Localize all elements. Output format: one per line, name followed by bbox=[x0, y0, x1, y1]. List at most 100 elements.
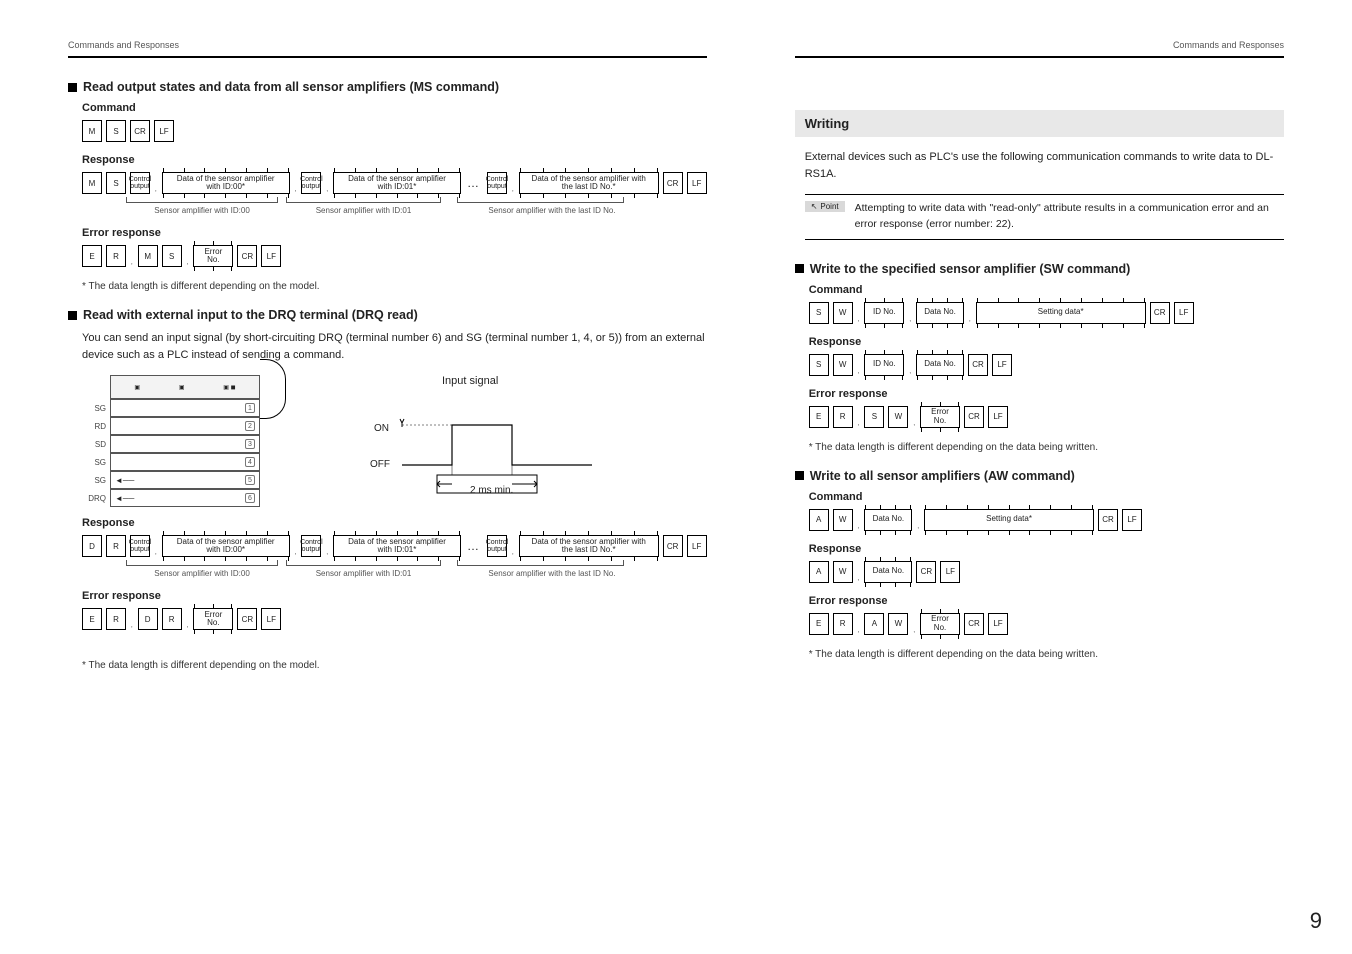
cell-e: E bbox=[82, 245, 102, 267]
cell-cr: CR bbox=[130, 120, 150, 142]
ms-response-row: M S Control output , Data of the sensor … bbox=[82, 172, 707, 194]
braces-2 bbox=[82, 560, 707, 566]
cell-cr: CR bbox=[663, 535, 683, 557]
pulse-label: 2 ms min. bbox=[470, 485, 513, 496]
sublabels: Sensor amplifier with ID:00 Sensor ampli… bbox=[82, 206, 707, 215]
square-bullet-icon bbox=[68, 83, 77, 92]
writing-body: External devices such as PLC's use the f… bbox=[805, 149, 1284, 182]
sec2-title-text: Read with external input to the DRQ term… bbox=[83, 308, 418, 322]
point-callout: ↖Point Attempting to write data with "re… bbox=[805, 194, 1284, 240]
sublabels-2: Sensor amplifier with ID:00 Sensor ampli… bbox=[82, 569, 707, 578]
sub-response-2: Response bbox=[82, 517, 707, 529]
page-number: 9 bbox=[1310, 908, 1322, 934]
sub-error-sw: Error response bbox=[809, 388, 1284, 400]
note-sw: * The data length is different depending… bbox=[809, 442, 1284, 453]
section-ms-title-text: Read output states and data from all sen… bbox=[83, 80, 499, 94]
square-bullet-icon bbox=[795, 264, 804, 273]
sw-error-row: E R , S W , Error No. CR LF bbox=[809, 406, 1284, 428]
cell-lf: LF bbox=[154, 120, 174, 142]
data0: Data of the sensor amplifier with ID:00* bbox=[162, 535, 290, 557]
cell-lf: LF bbox=[261, 245, 281, 267]
aw-error-row: E R , A W , Error No. CR LF bbox=[809, 613, 1284, 635]
cell-r: R bbox=[106, 245, 126, 267]
sub-error-2: Error response bbox=[82, 590, 707, 602]
sub-command-sw: Command bbox=[809, 284, 1284, 296]
cell-m: M bbox=[82, 172, 102, 194]
dataN: Data of the sensor amplifier with the la… bbox=[519, 172, 659, 194]
section-drq-title: Read with external input to the DRQ term… bbox=[68, 308, 707, 322]
note-model: * The data length is different depending… bbox=[82, 281, 707, 292]
note-aw: * The data length is different depending… bbox=[809, 649, 1284, 660]
square-bullet-icon bbox=[795, 471, 804, 480]
running-header-left: Commands and Responses bbox=[68, 40, 707, 50]
point-text: Attempting to write data with "read-only… bbox=[855, 201, 1284, 233]
running-header-right: Commands and Responses bbox=[795, 40, 1284, 50]
loop-arrow-icon bbox=[260, 359, 286, 419]
point-tag: ↖Point bbox=[805, 201, 845, 212]
data0: Data of the sensor amplifier with ID:00* bbox=[162, 172, 290, 194]
right-column: Commands and Responses Writing External … bbox=[751, 0, 1352, 954]
cell-m: M bbox=[82, 120, 102, 142]
signal-on: ON bbox=[374, 423, 389, 434]
cell-s: S bbox=[106, 120, 126, 142]
comma: , bbox=[187, 260, 189, 266]
ms-command-row: M S CR LF bbox=[82, 120, 707, 142]
sub-response-sw: Response bbox=[809, 336, 1284, 348]
writing-heading: Writing bbox=[805, 116, 1274, 131]
sub-command-aw: Command bbox=[809, 491, 1284, 503]
data1: Data of the sensor amplifier with ID:01* bbox=[333, 535, 461, 557]
page: Commands and Responses Read output state… bbox=[0, 0, 1352, 954]
sub-error: Error response bbox=[82, 227, 707, 239]
sw-command-row: S W , ID No. , Data No. , Setting data* … bbox=[809, 302, 1284, 324]
cell-r: R bbox=[106, 535, 126, 557]
sub-error-aw: Error response bbox=[809, 595, 1284, 607]
cell-ctrl: Control output bbox=[130, 535, 150, 557]
sub-response-aw: Response bbox=[809, 543, 1284, 555]
square-bullet-icon bbox=[68, 311, 77, 320]
cell-ctrl: Control output bbox=[301, 172, 321, 194]
comma: , bbox=[295, 187, 297, 193]
sub-response: Response bbox=[82, 154, 707, 166]
ms-error-row: E R , M S , Error No. CR LF bbox=[82, 245, 707, 267]
cell-cr: CR bbox=[237, 245, 257, 267]
cell-ctrl: Control output bbox=[487, 535, 507, 557]
section-ms-title: Read output states and data from all sen… bbox=[68, 80, 707, 94]
dataN: Data of the sensor amplifier with the la… bbox=[519, 535, 659, 557]
drq-diagram: ▣▣▣ ◼ SG1 RD2 SD3 SG4 SG◄──5 DRQ◄──6 Inp… bbox=[82, 375, 707, 505]
writing-heading-box: Writing bbox=[795, 110, 1284, 137]
cell-ctrl: Control output bbox=[301, 535, 321, 557]
data1: Data of the sensor amplifier with ID:01* bbox=[333, 172, 461, 194]
aw-response-row: A W , Data No. CR LF bbox=[809, 561, 1284, 583]
connector-header: ▣▣▣ ◼ bbox=[110, 375, 260, 399]
cell-ctrl: Control output bbox=[487, 172, 507, 194]
drq-body: You can send an input signal (by short-c… bbox=[82, 330, 707, 363]
signal-diagram: Input signal ON OFF 2 ms min. bbox=[352, 375, 612, 505]
comma: , bbox=[326, 187, 328, 193]
section-sw-title: Write to the specified sensor amplifier … bbox=[795, 262, 1284, 276]
aw-command-row: A W , Data No. , Setting data* CR LF bbox=[809, 509, 1284, 531]
pointer-icon: ↖ bbox=[811, 202, 818, 211]
ellipsis: … bbox=[465, 176, 483, 190]
cell-s: S bbox=[106, 172, 126, 194]
comma: , bbox=[512, 187, 514, 193]
sw-response-row: S W , ID No. , Data No. CR LF bbox=[809, 354, 1284, 376]
comma: , bbox=[131, 260, 133, 266]
connector-diagram: ▣▣▣ ◼ SG1 RD2 SD3 SG4 SG◄──5 DRQ◄──6 bbox=[82, 375, 302, 505]
signal-title: Input signal bbox=[442, 375, 498, 387]
cell-m: M bbox=[138, 245, 158, 267]
signal-off: OFF bbox=[370, 459, 390, 470]
section-aw-title: Write to all sensor amplifiers (AW comma… bbox=[795, 469, 1284, 483]
sub-command: Command bbox=[82, 102, 707, 114]
err-no: Error No. bbox=[193, 245, 233, 267]
cell-lf: LF bbox=[687, 172, 707, 194]
err-no: Error No. bbox=[193, 608, 233, 630]
cell-s: S bbox=[162, 245, 182, 267]
cell-ctrl: Control output bbox=[130, 172, 150, 194]
cell-lf: LF bbox=[687, 535, 707, 557]
comma: , bbox=[155, 187, 157, 193]
cell-cr: CR bbox=[663, 172, 683, 194]
dr-response-row: D R Control output , Data of the sensor … bbox=[82, 535, 707, 557]
braces bbox=[82, 197, 707, 203]
header-rule bbox=[68, 56, 707, 58]
left-column: Commands and Responses Read output state… bbox=[0, 0, 751, 954]
